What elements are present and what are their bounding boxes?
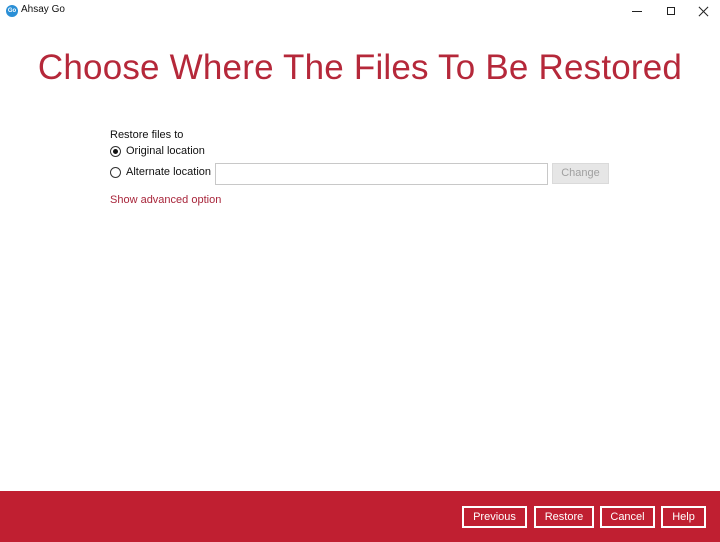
maximize-icon <box>667 7 675 15</box>
restore-button[interactable]: Restore <box>534 506 594 528</box>
minimize-button[interactable] <box>619 0 655 22</box>
maximize-button[interactable] <box>653 0 689 22</box>
original-location-option[interactable]: Original location <box>110 145 205 157</box>
original-location-radio[interactable] <box>110 145 121 157</box>
previous-button[interactable]: Previous <box>462 506 527 528</box>
close-icon <box>698 6 709 17</box>
ahsay-go-window: Go Ahsay Go Choose Where The Files To Be… <box>0 0 720 542</box>
title-bar: Go Ahsay Go <box>0 0 720 22</box>
show-advanced-option-link[interactable]: Show advanced option <box>110 194 221 206</box>
original-location-label: Original location <box>126 145 205 157</box>
cancel-button[interactable]: Cancel <box>600 506 655 528</box>
close-button[interactable] <box>685 0 720 22</box>
alternate-location-path-input[interactable] <box>215 163 548 185</box>
alternate-location-label: Alternate location <box>126 166 211 178</box>
window-title: Ahsay Go <box>21 4 65 15</box>
footer-bar: Previous Restore Cancel Help <box>0 491 720 542</box>
restore-files-to-label: Restore files to <box>110 129 184 141</box>
app-logo-icon: Go <box>6 5 18 17</box>
page-title: Choose Where The Files To Be Restored <box>37 48 683 87</box>
help-button[interactable]: Help <box>661 506 706 528</box>
alternate-location-radio[interactable] <box>110 166 121 178</box>
minimize-icon <box>632 10 642 12</box>
change-button[interactable]: Change <box>552 163 609 184</box>
alternate-location-option[interactable]: Alternate location <box>110 166 211 178</box>
